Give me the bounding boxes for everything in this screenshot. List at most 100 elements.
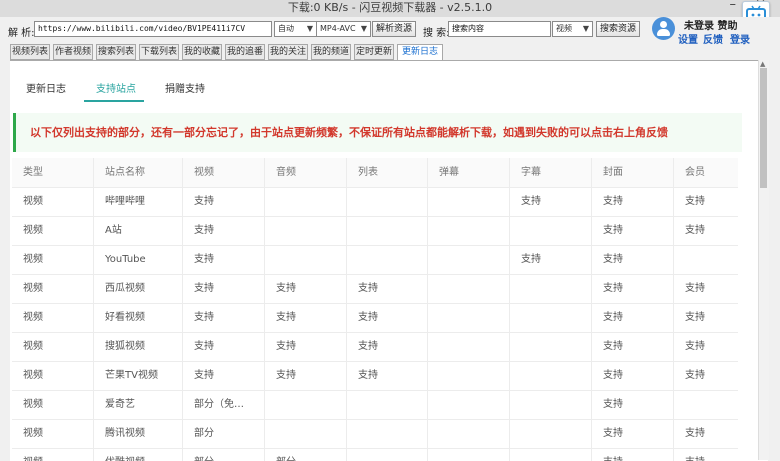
table-cell: 优酷视频 (94, 448, 183, 461)
table-cell: 视频 (12, 332, 94, 361)
table-cell: 支持 (592, 332, 674, 361)
table-cell (347, 245, 428, 274)
table-cell: 支持 (265, 332, 347, 361)
column-header: 字幕 (510, 158, 592, 187)
table-cell: YouTube (94, 245, 183, 274)
settings-link[interactable]: 设置 (678, 31, 698, 46)
search-input[interactable]: 搜索内容 (448, 21, 551, 37)
feedback-link[interactable]: 反馈 (703, 31, 723, 46)
subtab-changelog[interactable]: 更新日志 (26, 80, 66, 95)
table-cell (428, 274, 510, 303)
scroll-up-icon[interactable]: ▲ (760, 60, 765, 68)
table-cell: 视频 (12, 216, 94, 245)
table-cell: 视频 (12, 448, 94, 461)
table-row: 视频 A站 支持 支持 支持 (12, 216, 738, 246)
table-cell (428, 303, 510, 332)
table-cell: 爱奇艺 (94, 390, 183, 419)
tab-bangumi[interactable]: 我的追番 (225, 44, 265, 60)
avatar-body (657, 29, 670, 36)
column-header: 视频 (183, 158, 265, 187)
avatar-head (660, 21, 667, 28)
table-cell: 腾讯视频 (94, 419, 183, 448)
table-cell: 部分 (183, 448, 265, 461)
table-cell: 支持 (183, 245, 265, 274)
notice-text: 以下仅列出支持的部分，还有一部分忘记了，由于站点更新频繁，不保证所有站点都能解析… (30, 126, 668, 139)
format-select-value: MP4-AVC (320, 24, 356, 33)
table-row: 视频优酷视频部分部分支持支持 (12, 448, 738, 461)
table-cell (265, 216, 347, 245)
table-cell (510, 419, 592, 448)
table-cell: 支持 (183, 361, 265, 390)
tab-author-videos[interactable]: 作者视频 (53, 44, 93, 60)
table-cell: 支持 (265, 303, 347, 332)
parse-button[interactable]: 解析资源 (372, 21, 417, 37)
table-row: 视频 哔哩哔哩 支持 支持 支持 支持 (12, 187, 738, 217)
table-cell (510, 216, 592, 245)
table-cell: 支持 (592, 187, 674, 216)
table-cell (347, 216, 428, 245)
tab-download-list[interactable]: 下载列表 (139, 44, 179, 60)
table-cell (265, 187, 347, 216)
table-cell: 支持 (183, 303, 265, 332)
minimize-button[interactable]: – (730, 0, 737, 12)
table-cell (428, 332, 510, 361)
table-cell (347, 419, 428, 448)
table-cell: 支持 (183, 332, 265, 361)
table-cell (428, 187, 510, 216)
table-cell: 支持 (347, 274, 428, 303)
tab-following[interactable]: 我的关注 (268, 44, 308, 60)
tab-favorites[interactable]: 我的收藏 (182, 44, 222, 60)
avatar-icon[interactable] (652, 17, 675, 40)
table-cell: 支持 (685, 225, 705, 236)
search-button[interactable]: 搜索资源 (596, 21, 641, 37)
quality-select[interactable]: 自动 ▼ (274, 21, 317, 37)
table-header-row: 类型 站点名称 视频 音频 列表 弹幕 字幕 封面 会员 (12, 158, 738, 188)
column-header: 列表 (347, 158, 428, 187)
table-cell: 支持 (183, 274, 265, 303)
search-label: 搜 索: (423, 28, 450, 39)
column-header: 封面 (592, 158, 674, 187)
table-cell: 支持 (685, 341, 705, 352)
tab-scheduled-update[interactable]: 定时更新 (354, 44, 394, 60)
table-row: 视频 西瓜视频 支持 支持 支持 支持 支持 (12, 274, 738, 304)
search-type-value: 视频 (556, 24, 572, 33)
table-cell: 支持 (592, 303, 674, 332)
table-cell: 芒果TV视频 (94, 361, 183, 390)
table-row: 视频 腾讯视频 部分 支持 支持 (12, 419, 738, 449)
table-cell (510, 448, 592, 461)
table-cell: 支持 (592, 419, 674, 448)
table-cell (674, 390, 738, 419)
table-cell: 支持 (347, 361, 428, 390)
tab-channels[interactable]: 我的频道 (311, 44, 351, 60)
table-cell: 好看视频 (94, 303, 183, 332)
table-cell: 支持 (265, 361, 347, 390)
table-cell: 支持 (685, 312, 705, 323)
table-cell: 支持 (685, 370, 705, 381)
table-cell (428, 361, 510, 390)
login-link[interactable]: 登录 (730, 31, 750, 46)
table-cell: 部分 (183, 419, 265, 448)
url-input[interactable]: https://www.bilibili.com/video/BV1PE411i… (34, 21, 272, 37)
search-type-select[interactable]: 视频 ▼ (552, 21, 593, 37)
table-cell: 支持 (592, 245, 674, 274)
table-cell: 部分 (265, 448, 347, 461)
format-select[interactable]: MP4-AVC ▼ (316, 21, 371, 37)
scroll-thumb[interactable] (760, 68, 767, 188)
subtab-donate[interactable]: 捐赠支持 (165, 80, 205, 95)
table-cell (265, 419, 347, 448)
table-cell: 视频 (12, 187, 94, 216)
table-row: 视频 好看视频 支持 支持 支持 支持 支持 (12, 303, 738, 333)
table-cell: 支持 (347, 303, 428, 332)
table-row: 视频 爱奇艺 部分（免… 支持 (12, 390, 738, 420)
column-header: 类型 (12, 158, 94, 187)
tab-video-list[interactable]: 视频列表 (10, 44, 50, 60)
tab-search-list[interactable]: 搜索列表 (96, 44, 136, 60)
table-cell: 支持 (510, 187, 592, 216)
vertical-scrollbar[interactable]: ▲ (758, 60, 769, 460)
tab-changelog[interactable]: 更新日志 (397, 44, 443, 60)
table-cell: 部分（免… (183, 390, 265, 419)
chevron-down-icon: ▼ (306, 24, 313, 33)
table-cell (510, 390, 592, 419)
table-cell (510, 332, 592, 361)
subtab-supported-sites[interactable]: 支持站点 (96, 80, 136, 95)
